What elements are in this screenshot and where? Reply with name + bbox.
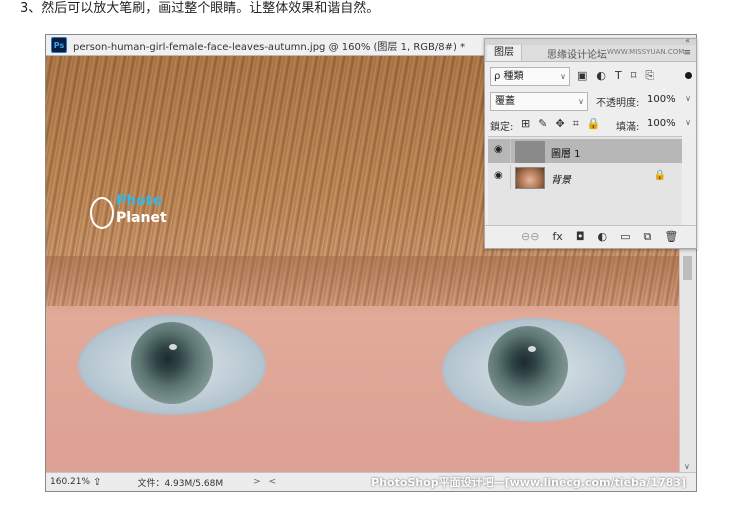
- photoshop-app-icon: Ps: [51, 37, 67, 53]
- blend-mode-select[interactable]: 覆蓋 ∨: [490, 92, 588, 111]
- shape-filter-icon[interactable]: ⌑: [631, 69, 637, 83]
- right-eye: [442, 318, 626, 422]
- layer-thumbnail[interactable]: [515, 141, 545, 163]
- lock-artboard-icon[interactable]: ⌗: [573, 117, 579, 131]
- document-title[interactable]: person-human-girl-female-face-leaves-aut…: [73, 38, 465, 53]
- new-group-icon[interactable]: ▭: [620, 230, 630, 244]
- right-catchlight: [528, 346, 536, 352]
- scroll-down-icon[interactable]: ∨: [684, 462, 690, 471]
- filter-toggle-icon[interactable]: [685, 72, 692, 79]
- lock-all-icon[interactable]: 🔒: [587, 117, 601, 131]
- panel-footer: ⊖⊖ fx ◘ ◐ ▭ ⧉ 🗑: [485, 225, 696, 248]
- left-iris: [131, 322, 213, 404]
- vertical-scroll-thumb[interactable]: [683, 256, 692, 280]
- adjustment-filter-icon[interactable]: ◐: [596, 69, 606, 83]
- layer-row[interactable]: ◉ 背景 🔒: [488, 165, 682, 189]
- scroll-left-icon[interactable]: <: [269, 477, 277, 487]
- brow-shadow: [46, 256, 679, 316]
- layer-filter-select[interactable]: ρ 種類 ∨: [490, 67, 570, 86]
- status-menu-arrow-icon[interactable]: >: [253, 477, 261, 487]
- layer-name[interactable]: 背景: [551, 171, 571, 186]
- new-layer-icon[interactable]: ⧉: [644, 230, 652, 244]
- search-icon: ρ: [494, 71, 501, 82]
- filter-kind-label: 種類: [503, 71, 524, 82]
- row-divider: [510, 165, 511, 189]
- left-catchlight: [169, 344, 177, 350]
- watermark-line1: Photo: [116, 193, 163, 209]
- watermark-line2: Planet: [116, 210, 167, 226]
- add-mask-icon[interactable]: ◘: [576, 230, 585, 244]
- fill-label: 填滿:: [616, 122, 640, 133]
- panel-menu-icon[interactable]: ≡: [683, 48, 691, 58]
- layer-name[interactable]: 圖層 1: [551, 145, 581, 160]
- chevron-down-icon: ∨: [560, 72, 566, 81]
- collapse-icon[interactable]: «: [685, 36, 690, 45]
- filter-icons: ▣ ◐ T ⌑ ⎘: [577, 69, 654, 83]
- lock-position-icon[interactable]: ✥: [555, 117, 564, 131]
- lock-transparent-icon[interactable]: ⊞: [521, 117, 530, 131]
- left-eye: [78, 315, 266, 415]
- share-icon[interactable]: ⇪: [93, 477, 101, 488]
- link-layers-icon[interactable]: ⊖⊖: [521, 230, 539, 244]
- row-divider: [510, 139, 511, 163]
- lock-row: 鎖定: ⊞ ✎ ✥ ⌗ 🔒 填滿: 100% ∨: [485, 116, 696, 136]
- photoplanet-watermark: Photo Planet: [90, 193, 180, 233]
- blend-mode-value: 覆蓋: [495, 96, 515, 107]
- tab-layers[interactable]: 图层: [487, 45, 522, 61]
- lock-icons: ⊞ ✎ ✥ ⌗ 🔒: [521, 117, 601, 131]
- filter-row: ρ 種類 ∨ ▣ ◐ T ⌑ ⎘: [485, 67, 696, 87]
- chevron-down-icon: ∨: [578, 97, 584, 106]
- visibility-eye-icon[interactable]: ◉: [494, 144, 503, 155]
- lock-label: 鎖定:: [490, 122, 514, 133]
- pixel-filter-icon[interactable]: ▣: [577, 69, 587, 83]
- layer-row[interactable]: ◉ 圖層 1: [488, 139, 682, 163]
- panel-scrollbar[interactable]: [683, 136, 693, 224]
- lock-image-icon[interactable]: ✎: [538, 117, 547, 131]
- layer-style-icon[interactable]: fx: [552, 230, 562, 244]
- pin-icon: [90, 197, 114, 229]
- type-filter-icon[interactable]: T: [615, 69, 622, 83]
- layer-lock-icon: 🔒: [653, 170, 666, 181]
- trash-icon[interactable]: 🗑: [664, 230, 678, 244]
- opacity-input[interactable]: 100%: [647, 94, 676, 105]
- opacity-label: 不透明度:: [596, 98, 640, 109]
- fill-input[interactable]: 100%: [647, 118, 676, 129]
- smart-object-filter-icon[interactable]: ⎘: [645, 69, 654, 83]
- layer-list: ◉ 圖層 1 ◉ 背景 🔒: [488, 136, 682, 225]
- adjustment-layer-icon[interactable]: ◐: [598, 230, 608, 244]
- panel-tabbar: 图层 思缘设计论坛 WWW.MISSYUAN.COM ≡: [485, 45, 696, 62]
- zoom-level[interactable]: 160.21%: [50, 477, 90, 487]
- site-watermark: 思缘设计论坛: [547, 50, 607, 61]
- site-footer-watermark: PhotoShop平面设计吧—[www.linecg.com/tieba/178…: [371, 476, 686, 489]
- footer-icons: ⊖⊖ fx ◘ ◐ ▭ ⧉ 🗑: [521, 230, 678, 244]
- layers-panel: « 图层 思缘设计论坛 WWW.MISSYUAN.COM ≡ ρ 種類 ∨ ▣ …: [484, 36, 697, 249]
- blend-row: 覆蓋 ∨ 不透明度: 100% ∨: [485, 92, 696, 112]
- document-size-info: 文件：4.93M/5.68M: [137, 478, 224, 489]
- layer-thumbnail[interactable]: [515, 167, 545, 189]
- site-url-watermark: WWW.MISSYUAN.COM: [607, 48, 685, 56]
- opacity-dropdown-icon[interactable]: ∨: [685, 94, 691, 103]
- fill-dropdown-icon[interactable]: ∨: [685, 118, 691, 127]
- caption-text: 3、然后可以放大笔刷，画过整个眼睛。让整体效果和谐自然。: [20, 1, 380, 16]
- visibility-eye-icon[interactable]: ◉: [494, 170, 503, 181]
- right-iris: [488, 326, 568, 406]
